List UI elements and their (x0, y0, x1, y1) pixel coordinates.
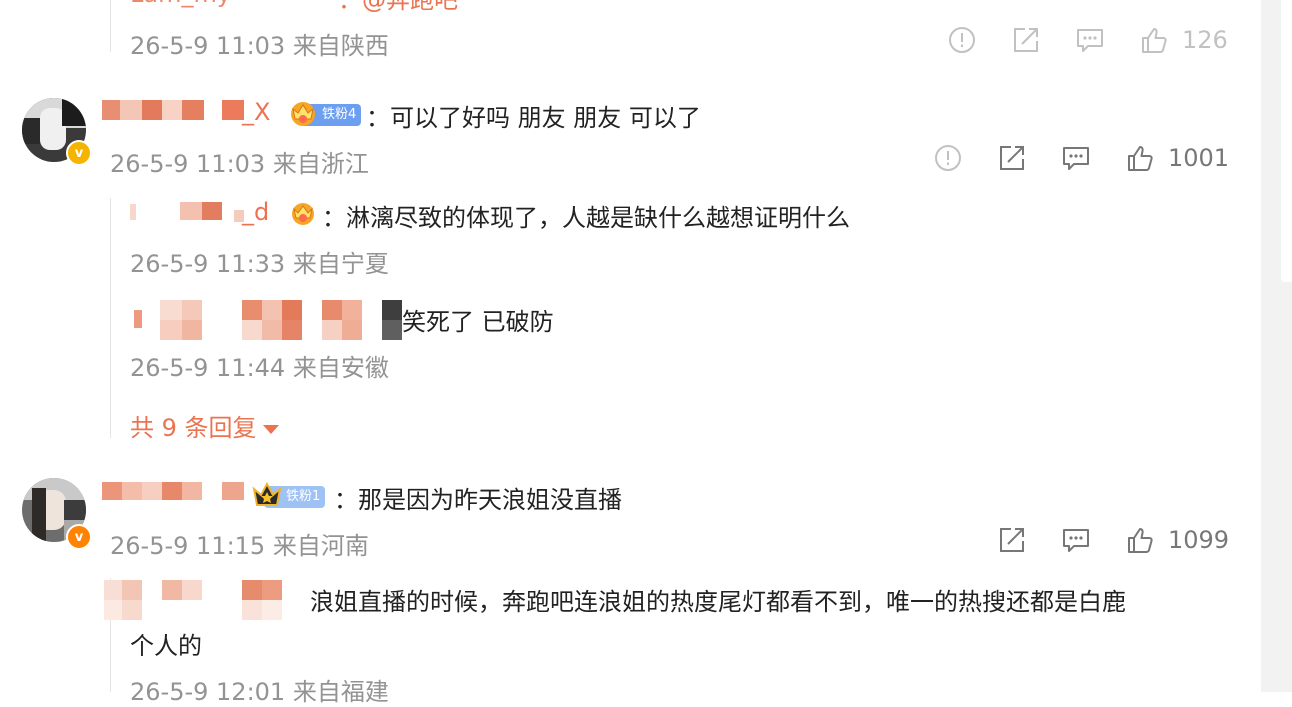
side-panel (1281, 0, 1292, 282)
caret-down-icon (262, 424, 279, 434)
reply-author-mosaic[interactable] (104, 580, 294, 620)
verified-badge-icon: v (66, 524, 92, 550)
crown-icon (286, 97, 320, 129)
comment-icon[interactable] (1076, 26, 1104, 54)
author-name[interactable]: Lam_my (130, 0, 231, 8)
more-replies-label: 共 9 条回复 (130, 414, 257, 442)
reply-item: 浪姐直播的时候，奔跑吧连浪姐的热度尾灯都看不到，唯一的热搜还都是白鹿 个人的 2… (104, 580, 1234, 706)
reply-author-mosaic[interactable] (130, 300, 402, 340)
like-icon[interactable] (1126, 526, 1154, 554)
reply-author-mosaic[interactable] (130, 200, 244, 222)
comment-text: ：可以了好吗 朋友 朋友 可以了 (366, 104, 701, 132)
comment-icon[interactable] (1062, 526, 1090, 554)
like-icon[interactable] (1126, 144, 1154, 172)
reply-meta: 26-5-9 11:44 来自安徽 (130, 354, 389, 382)
comment-item: v 铁粉1 ：那是因为昨天浪姐没直播 26-5-9 11:15 来自河南 109… (0, 462, 1260, 706)
report-icon[interactable] (934, 144, 962, 172)
comment-icon[interactable] (1062, 144, 1090, 172)
comment-text: ：@奔跑吧 (338, 0, 458, 14)
reply-meta: 26-5-9 11:33 来自宁夏 (130, 250, 389, 278)
crown-icon (288, 198, 318, 228)
comment-text: ：那是因为昨天浪姐没直播 (334, 486, 622, 514)
comment-meta: 26-5-9 11:03 来自浙江 (110, 150, 369, 178)
share-icon[interactable] (998, 144, 1026, 172)
fan-badge: 铁粉1 (252, 481, 326, 508)
author-name-suffix[interactable]: _X (242, 98, 270, 126)
reply-text-line2: 个人的 (130, 632, 202, 660)
comment-item: v _X 铁粉4 ：可以了好吗 朋友 朋友 可以了 26-5-9 11:03 来… (0, 80, 1260, 450)
fan-badge-label: 铁粉4 (322, 107, 357, 122)
more-replies-link[interactable]: 共 9 条回复 (130, 408, 279, 443)
reply-text: ：淋漓尽致的体现了，人越是缺什么越想证明什么 (322, 204, 850, 232)
fan-badge: 铁粉4 (291, 102, 362, 126)
reply-item: 笑死了 已破防 26-5-9 11:44 来自安徽 (130, 298, 1230, 388)
like-count: 1099 (1168, 526, 1230, 554)
like-count: 126 (1182, 26, 1228, 54)
author-name-mosaic[interactable] (102, 482, 246, 502)
share-icon[interactable] (1012, 26, 1040, 54)
report-icon[interactable] (948, 26, 976, 54)
crown-icon (250, 479, 284, 511)
comment-feed: Lam_my ：@奔跑吧 26-5-9 11:03 来自陕西 126 v (0, 0, 1260, 706)
share-icon[interactable] (998, 526, 1026, 554)
comment-meta: 26-5-9 11:03 来自陕西 (130, 32, 389, 60)
top-partial-comment: Lam_my ：@奔跑吧 26-5-9 11:03 来自陕西 126 (0, 0, 1260, 70)
reply-text-line1: 浪姐直播的时候，奔跑吧连浪姐的热度尾灯都看不到，唯一的热搜还都是白鹿 (310, 588, 1126, 616)
verified-badge-icon: v (66, 140, 92, 166)
fan-badge-label: 铁粉1 (286, 489, 321, 504)
like-icon[interactable] (1140, 26, 1168, 54)
reply-meta: 26-5-9 12:01 来自福建 (130, 678, 389, 706)
like-count: 1001 (1168, 144, 1230, 172)
reply-item: _d ：淋漓尽致的体现了，人越是缺什么越想证明什么 26-5-9 11:33 来… (130, 198, 1230, 288)
comment-meta: 26-5-9 11:15 来自河南 (110, 532, 369, 560)
reply-author-suffix[interactable]: _d (242, 198, 269, 226)
reply-text: 笑死了 已破防 (402, 308, 554, 336)
